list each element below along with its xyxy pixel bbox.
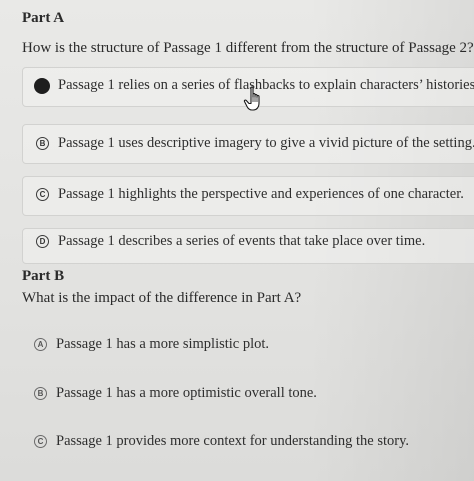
part-a-option-d[interactable]: D Passage 1 describes a series of events…: [36, 233, 425, 250]
part-b-option-c-label: Passage 1 provides more context for unde…: [56, 433, 410, 449]
part-a-question: How is the structure of Passage 1 differ…: [22, 40, 474, 56]
part-a-option-d-label: Passage 1 describes a series of events t…: [58, 233, 426, 249]
part-b-option-a-label: Passage 1 has a more simplistic plot.: [56, 336, 270, 352]
part-a-title: Part A: [22, 10, 65, 26]
radio-a-icon[interactable]: A: [34, 338, 47, 351]
part-a-option-c[interactable]: C Passage 1 highlights the perspective a…: [36, 186, 464, 203]
selected-radio-icon[interactable]: [34, 77, 50, 94]
part-a-option-b-label: Passage 1 uses descriptive imagery to gi…: [58, 135, 474, 151]
part-a-option-a-label: Passage 1 relies on a series of flashbac…: [58, 77, 474, 93]
radio-d-icon[interactable]: D: [36, 235, 49, 248]
part-a-option-c-label: Passage 1 highlights the perspective and…: [58, 186, 464, 202]
radio-b-icon[interactable]: B: [36, 137, 49, 150]
part-b-option-c[interactable]: C Passage 1 provides more context for un…: [34, 433, 409, 450]
part-a-option-b[interactable]: B Passage 1 uses descriptive imagery to …: [36, 135, 474, 152]
part-b-title: Part B: [22, 268, 65, 284]
hand-pointer-icon: [243, 86, 260, 111]
part-b-option-b[interactable]: B Passage 1 has a more optimistic overal…: [34, 385, 317, 402]
radio-c-icon[interactable]: C: [34, 435, 47, 448]
part-b-option-b-label: Passage 1 has a more optimistic overall …: [56, 385, 317, 401]
radio-c-icon[interactable]: C: [36, 188, 49, 201]
radio-b-icon[interactable]: B: [34, 387, 47, 400]
part-b-question: What is the impact of the difference in …: [22, 290, 302, 306]
part-b-option-a[interactable]: A Passage 1 has a more simplistic plot.: [34, 336, 269, 353]
